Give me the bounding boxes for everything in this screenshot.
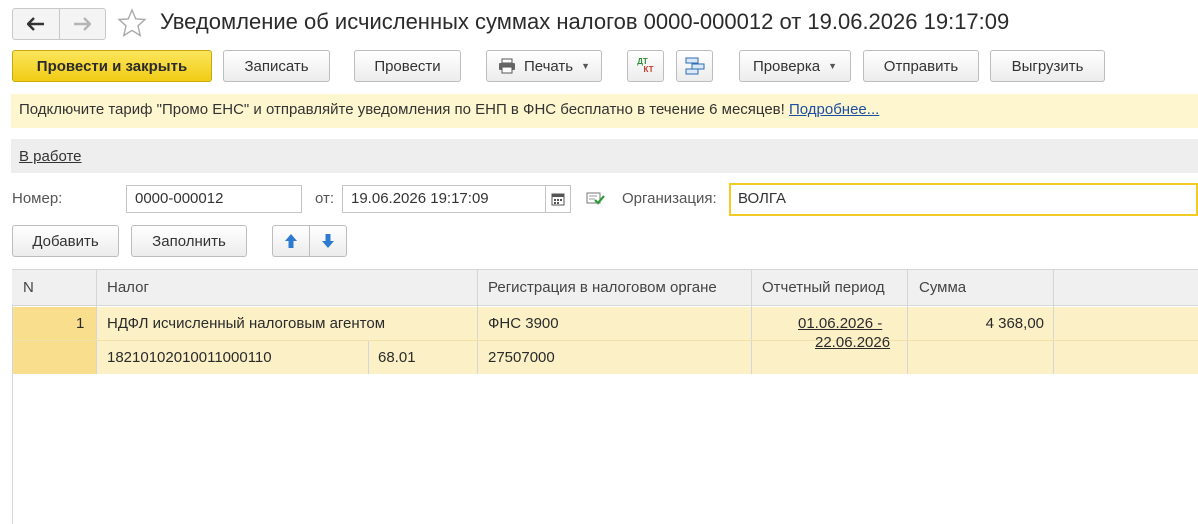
promo-banner-text: Подключите тариф "Промо ЕНС" и отправляй…: [19, 101, 879, 118]
navigation-buttons: [12, 8, 106, 40]
document-status-icon[interactable]: [586, 190, 606, 210]
period-end-link[interactable]: 22.06.2026: [815, 334, 890, 351]
number-label: Номер:: [12, 190, 63, 207]
calendar-button[interactable]: [545, 185, 571, 213]
kbk-cell[interactable]: 18210102010011000110: [107, 349, 272, 366]
row-number: 1: [76, 315, 85, 332]
column-header-registration[interactable]: Регистрация в налоговом органе: [488, 270, 717, 306]
dt-kt-icon: ДТ КТ: [637, 58, 654, 74]
status-link[interactable]: В работе: [19, 148, 82, 165]
column-header-sum[interactable]: Сумма: [919, 270, 966, 306]
date-label: от:: [315, 190, 335, 207]
arrow-right-icon: [74, 17, 92, 31]
promo-text: Подключите тариф "Промо ЕНС" и отправляй…: [19, 101, 785, 118]
fill-button[interactable]: Заполнить: [131, 225, 247, 257]
number-field[interactable]: 0000-000012: [126, 185, 302, 213]
back-button[interactable]: [13, 9, 59, 39]
organization-field[interactable]: ВОЛГА: [729, 183, 1198, 216]
arrow-up-icon: [285, 234, 297, 248]
chevron-down-icon: ▼: [828, 61, 838, 71]
period-start-link[interactable]: 01.06.2026 -: [798, 315, 882, 332]
check-button[interactable]: Проверка ▼: [739, 50, 851, 82]
tax-name-cell[interactable]: НДФЛ исчисленный налоговым агентом: [107, 315, 385, 332]
column-header-tax[interactable]: Налог: [107, 270, 149, 306]
column-header-n[interactable]: N: [23, 270, 34, 306]
favorite-star-icon[interactable]: [117, 8, 147, 38]
row-inner-divider: [13, 340, 1198, 341]
chevron-down-icon: ▼: [581, 61, 591, 71]
post-button[interactable]: Провести: [354, 50, 461, 82]
column-header-period[interactable]: Отчетный период: [762, 270, 885, 306]
print-button[interactable]: Печать ▼: [486, 50, 602, 82]
calendar-icon: [551, 193, 565, 206]
move-down-button[interactable]: [309, 225, 347, 257]
add-button[interactable]: Добавить: [12, 225, 119, 257]
sum-cell[interactable]: 4 368,00: [907, 315, 1044, 332]
save-button[interactable]: Записать: [223, 50, 330, 82]
print-label: Печать: [523, 57, 574, 75]
forward-button[interactable]: [58, 9, 106, 39]
column-divider: [368, 341, 369, 374]
arrow-left-icon: [26, 17, 44, 31]
oktmo-cell[interactable]: 27507000: [488, 349, 555, 366]
registration-cell[interactable]: ФНС 3900: [488, 315, 559, 332]
send-button[interactable]: Отправить: [863, 50, 979, 82]
promo-more-link[interactable]: Подробнее...: [789, 101, 879, 118]
check-label: Проверка: [752, 57, 821, 75]
organization-label: Организация:: [622, 190, 717, 207]
move-up-button[interactable]: [272, 225, 310, 257]
post-and-close-button[interactable]: Провести и закрыть: [12, 50, 212, 82]
status-strip: [11, 139, 1198, 173]
account-cell[interactable]: 68.01: [378, 349, 416, 366]
structure-icon: [685, 57, 704, 75]
structure-button[interactable]: [676, 50, 713, 82]
kt-label: КТ: [643, 65, 654, 74]
dt-kt-button[interactable]: ДТ КТ: [627, 50, 664, 82]
export-button[interactable]: Выгрузить: [990, 50, 1105, 82]
window-title: Уведомление об исчисленных суммах налого…: [160, 9, 1010, 34]
date-field[interactable]: 19.06.2026 19:17:09: [342, 185, 546, 213]
arrow-down-icon: [322, 234, 334, 248]
printer-icon: [498, 58, 515, 74]
